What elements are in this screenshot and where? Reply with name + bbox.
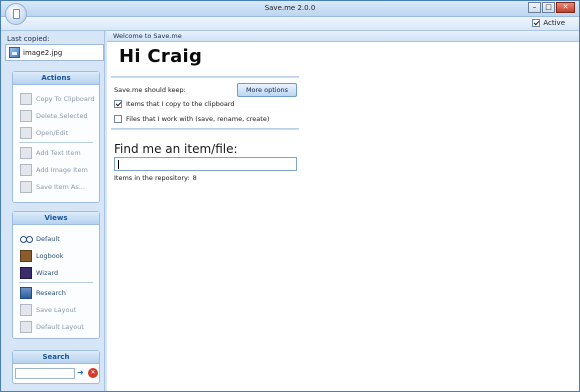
trash-icon xyxy=(20,109,32,122)
tab-welcome[interactable]: Welcome to Save.me xyxy=(107,31,579,42)
view-logbook-button[interactable]: Logbook xyxy=(13,247,99,264)
view-default-button[interactable]: Default xyxy=(13,230,99,247)
actions-divider xyxy=(19,142,93,143)
search-header: Search xyxy=(13,351,99,364)
main-content: Welcome to Save.me Hi Craig Save.me shou… xyxy=(107,31,579,391)
save-layout-button[interactable]: Save Layout xyxy=(13,301,99,318)
default-layout-label: Default Layout xyxy=(36,322,84,331)
glasses-icon xyxy=(20,233,33,245)
save-item-as-label: Save Item As... xyxy=(36,182,85,191)
add-text-item-button[interactable]: Add Text Item xyxy=(13,144,99,161)
find-input[interactable] xyxy=(114,157,297,171)
last-copied-item[interactable]: image2.jpg xyxy=(5,44,104,61)
divider-bottom xyxy=(111,128,299,130)
find-label: Find me an item/file: xyxy=(114,142,238,156)
option-files[interactable]: Files that I work with (save, rename, cr… xyxy=(114,115,269,123)
title-bar: Save.me 2.0.0 – □ ✕ xyxy=(1,1,579,17)
save-layout-label: Save Layout xyxy=(36,305,77,314)
delete-selected-label: Delete Selected xyxy=(36,111,88,120)
text-caret xyxy=(118,160,119,169)
views-divider xyxy=(19,282,93,283)
add-image-item-button[interactable]: Add Image Item xyxy=(13,161,99,178)
search-input[interactable] xyxy=(15,368,75,379)
view-default-label: Default xyxy=(36,234,60,243)
close-button[interactable]: ✕ xyxy=(556,2,575,13)
files-checkbox[interactable] xyxy=(114,115,122,123)
app-window: Save.me 2.0.0 – □ ✕ Active Last copied: … xyxy=(0,0,580,392)
views-panel: Views Default Logbook Wizard Research Sa… xyxy=(12,211,100,339)
image-file-icon xyxy=(9,47,20,58)
default-layout-button[interactable]: Default Layout xyxy=(13,318,99,335)
minimize-button[interactable]: – xyxy=(528,2,541,13)
active-toggle[interactable]: Active xyxy=(532,19,565,27)
last-copied-filename: image2.jpg xyxy=(23,48,63,57)
view-research-label: Research xyxy=(36,288,66,297)
view-wizard-label: Wizard xyxy=(36,268,59,277)
save-item-as-button[interactable]: Save Item As... xyxy=(13,178,99,195)
save-icon xyxy=(20,180,32,193)
views-header: Views xyxy=(13,212,99,225)
book-icon xyxy=(20,249,32,262)
actions-panel: Actions Copy To Clipboard Delete Selecte… xyxy=(12,71,100,203)
clipboard-checkbox[interactable] xyxy=(114,100,122,108)
research-icon xyxy=(20,286,32,299)
save-layout-icon xyxy=(20,303,32,316)
search-clear-icon[interactable]: ✕ xyxy=(88,368,98,378)
delete-selected-button[interactable]: Delete Selected xyxy=(13,107,99,124)
clipboard-icon xyxy=(20,92,32,105)
search-panel: Search ➜ ✕ xyxy=(12,350,100,384)
view-wizard-button[interactable]: Wizard xyxy=(13,264,99,281)
actions-header: Actions xyxy=(13,72,99,85)
divider-top xyxy=(111,76,299,78)
edit-icon xyxy=(20,126,32,139)
image-icon xyxy=(20,163,32,176)
copy-to-clipboard-button[interactable]: Copy To Clipboard xyxy=(13,90,99,107)
keep-label: Save.me should keep: xyxy=(114,86,186,94)
repository-count-value: 8 xyxy=(192,174,197,182)
option-files-label: Files that I work with (save, rename, cr… xyxy=(126,115,270,123)
maximize-button[interactable]: □ xyxy=(542,2,555,13)
active-label: Active xyxy=(543,19,565,27)
left-sidebar: Last copied: image2.jpg Actions Copy To … xyxy=(1,31,105,391)
view-logbook-label: Logbook xyxy=(36,251,64,260)
more-options-button[interactable]: More options xyxy=(237,83,297,97)
option-clipboard[interactable]: Items that I copy to the clipboard xyxy=(114,100,235,108)
last-copied-label: Last copied: xyxy=(7,35,50,43)
search-go-icon[interactable]: ➜ xyxy=(77,368,86,378)
add-image-item-label: Add Image Item xyxy=(36,165,88,174)
default-layout-icon xyxy=(20,320,32,333)
option-clipboard-label: Items that I copy to the clipboard xyxy=(126,100,235,108)
window-title: Save.me 2.0.0 xyxy=(264,4,316,12)
app-menu-icon[interactable] xyxy=(5,3,27,25)
open-edit-label: Open/Edit xyxy=(36,128,69,137)
repository-count: Items in the repository: 8 xyxy=(114,174,197,182)
greeting-heading: Hi Craig xyxy=(119,46,203,67)
add-text-item-label: Add Text Item xyxy=(36,148,81,157)
pencil-icon xyxy=(20,146,32,159)
ribbon-bar: Active xyxy=(1,17,579,31)
window-controls: – □ ✕ xyxy=(528,2,575,13)
wizard-icon xyxy=(20,266,32,279)
view-research-button[interactable]: Research xyxy=(13,284,99,301)
open-edit-button[interactable]: Open/Edit xyxy=(13,124,99,141)
copy-to-clipboard-label: Copy To Clipboard xyxy=(36,94,95,103)
active-checkbox[interactable] xyxy=(532,19,541,27)
repository-count-label: Items in the repository: xyxy=(114,174,190,182)
